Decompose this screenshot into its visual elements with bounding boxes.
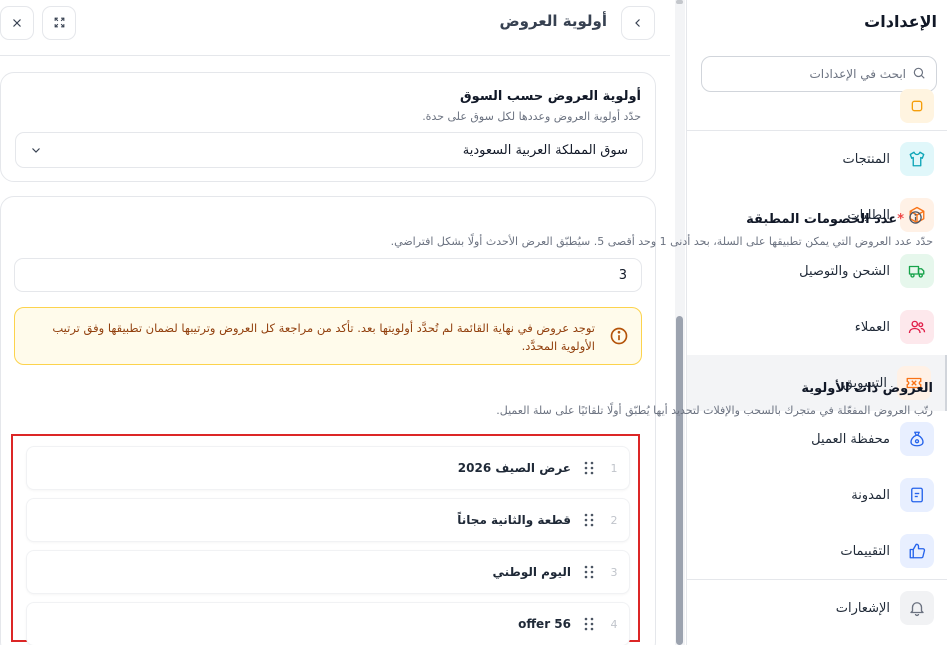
- sidebar-item-label: محفظة العميل: [811, 431, 890, 447]
- drag-handle-icon[interactable]: [579, 513, 599, 527]
- scrollbar-thumb[interactable]: [676, 316, 683, 645]
- info-icon[interactable]: [908, 210, 923, 229]
- discounts-heading-row: عدد الخصومات المطبقة *: [746, 210, 933, 229]
- bell-icon: [900, 591, 934, 625]
- offer-index: 1: [610, 461, 618, 475]
- priority-heading: العروض ذات الأولوية: [801, 381, 933, 396]
- drag-handle-icon[interactable]: [579, 617, 599, 631]
- thumbs-up-icon: [900, 534, 934, 568]
- settings-sidebar: الإعدادات المنتجات الطلبات الشحن والتوصي…: [686, 0, 947, 645]
- sidebar-item-notifications[interactable]: الإشعارات: [687, 580, 947, 636]
- discounts-count-input[interactable]: 3: [14, 258, 642, 292]
- sidebar-item-label: التقييمات: [840, 543, 890, 559]
- offer-index: 2: [610, 513, 618, 527]
- market-heading: أولوية العروض حسب السوق: [460, 89, 641, 104]
- expand-button[interactable]: [42, 6, 76, 40]
- sidebar-title: الإعدادات: [864, 12, 937, 31]
- required-mark: *: [897, 212, 904, 227]
- offer-name: عرض الصيف 2026: [457, 461, 571, 475]
- discounts-heading: عدد الخصومات المطبقة: [746, 212, 898, 227]
- market-select-value: سوق المملكة العربية السعودية: [462, 142, 628, 158]
- sidebar-item-shipping[interactable]: الشحن والتوصيل: [687, 243, 947, 299]
- sidebar-item-partial[interactable]: [687, 78, 947, 134]
- sidebar-item-label: الشحن والتوصيل: [799, 263, 890, 279]
- offer-name: offer 56: [518, 617, 571, 631]
- sidebar-item-label: المنتجات: [842, 151, 890, 167]
- sidebar-item-blog[interactable]: المدونة: [687, 467, 947, 523]
- users-icon: [900, 310, 934, 344]
- offer-name: قطعة والثانية مجاناً: [457, 513, 571, 527]
- alert-text: توجد عروض في نهاية القائمة لم تُحدَّد أو…: [52, 321, 595, 353]
- offer-index: 3: [610, 565, 618, 579]
- sidebar-item-label: الإشعارات: [835, 600, 890, 616]
- shirt-icon: [900, 142, 934, 176]
- sidebar-item-products[interactable]: المنتجات: [687, 131, 947, 187]
- note-icon: [900, 478, 934, 512]
- scrollbar-top-marker: [676, 0, 683, 4]
- offer-row[interactable]: 3 اليوم الوطني: [26, 550, 630, 594]
- drag-handle-icon[interactable]: [579, 565, 599, 579]
- priority-description: رتّب العروض المفعّلة في متجرك بالسحب وال…: [496, 404, 933, 417]
- discounts-description: حدّد عدد العروض التي يمكن تطبيقها على ال…: [390, 235, 933, 248]
- offer-name: اليوم الوطني: [492, 565, 572, 579]
- sidebar-item-customers[interactable]: العملاء: [687, 299, 947, 355]
- sidebar-item-label: العملاء: [854, 319, 890, 335]
- market-description: حدّد أولوية العروض وعددها لكل سوق على حد…: [422, 110, 641, 123]
- panel-header: أولوية العروض: [0, 0, 670, 56]
- offer-index: 4: [610, 617, 618, 631]
- market-card: أولوية العروض حسب السوق حدّد أولوية العر…: [0, 72, 656, 182]
- sidebar-item-label: المدونة: [851, 487, 890, 503]
- sidebar-item-wallet[interactable]: محفظة العميل: [687, 411, 947, 467]
- drag-handle-icon[interactable]: [579, 461, 599, 475]
- panel-title: أولوية العروض: [499, 12, 607, 30]
- chevron-down-icon: [30, 141, 42, 160]
- offer-row[interactable]: 2 قطعة والثانية مجاناً: [26, 498, 630, 542]
- expand-icon: [53, 14, 66, 33]
- market-select[interactable]: سوق المملكة العربية السعودية: [15, 132, 643, 168]
- chevron-left-icon: [632, 14, 644, 33]
- close-button[interactable]: [0, 6, 34, 40]
- close-icon: [11, 14, 23, 33]
- warning-alert: توجد عروض في نهاية القائمة لم تُحدَّد أو…: [14, 307, 642, 365]
- partial-icon: [900, 89, 934, 123]
- money-bag-icon: [900, 422, 934, 456]
- offer-row[interactable]: 4 offer 56: [26, 602, 630, 645]
- back-button[interactable]: [621, 6, 655, 40]
- offer-row[interactable]: 1 عرض الصيف 2026: [26, 446, 630, 490]
- truck-icon: [900, 254, 934, 288]
- alert-info-icon: [609, 326, 629, 350]
- sidebar-item-reviews[interactable]: التقييمات: [687, 523, 947, 579]
